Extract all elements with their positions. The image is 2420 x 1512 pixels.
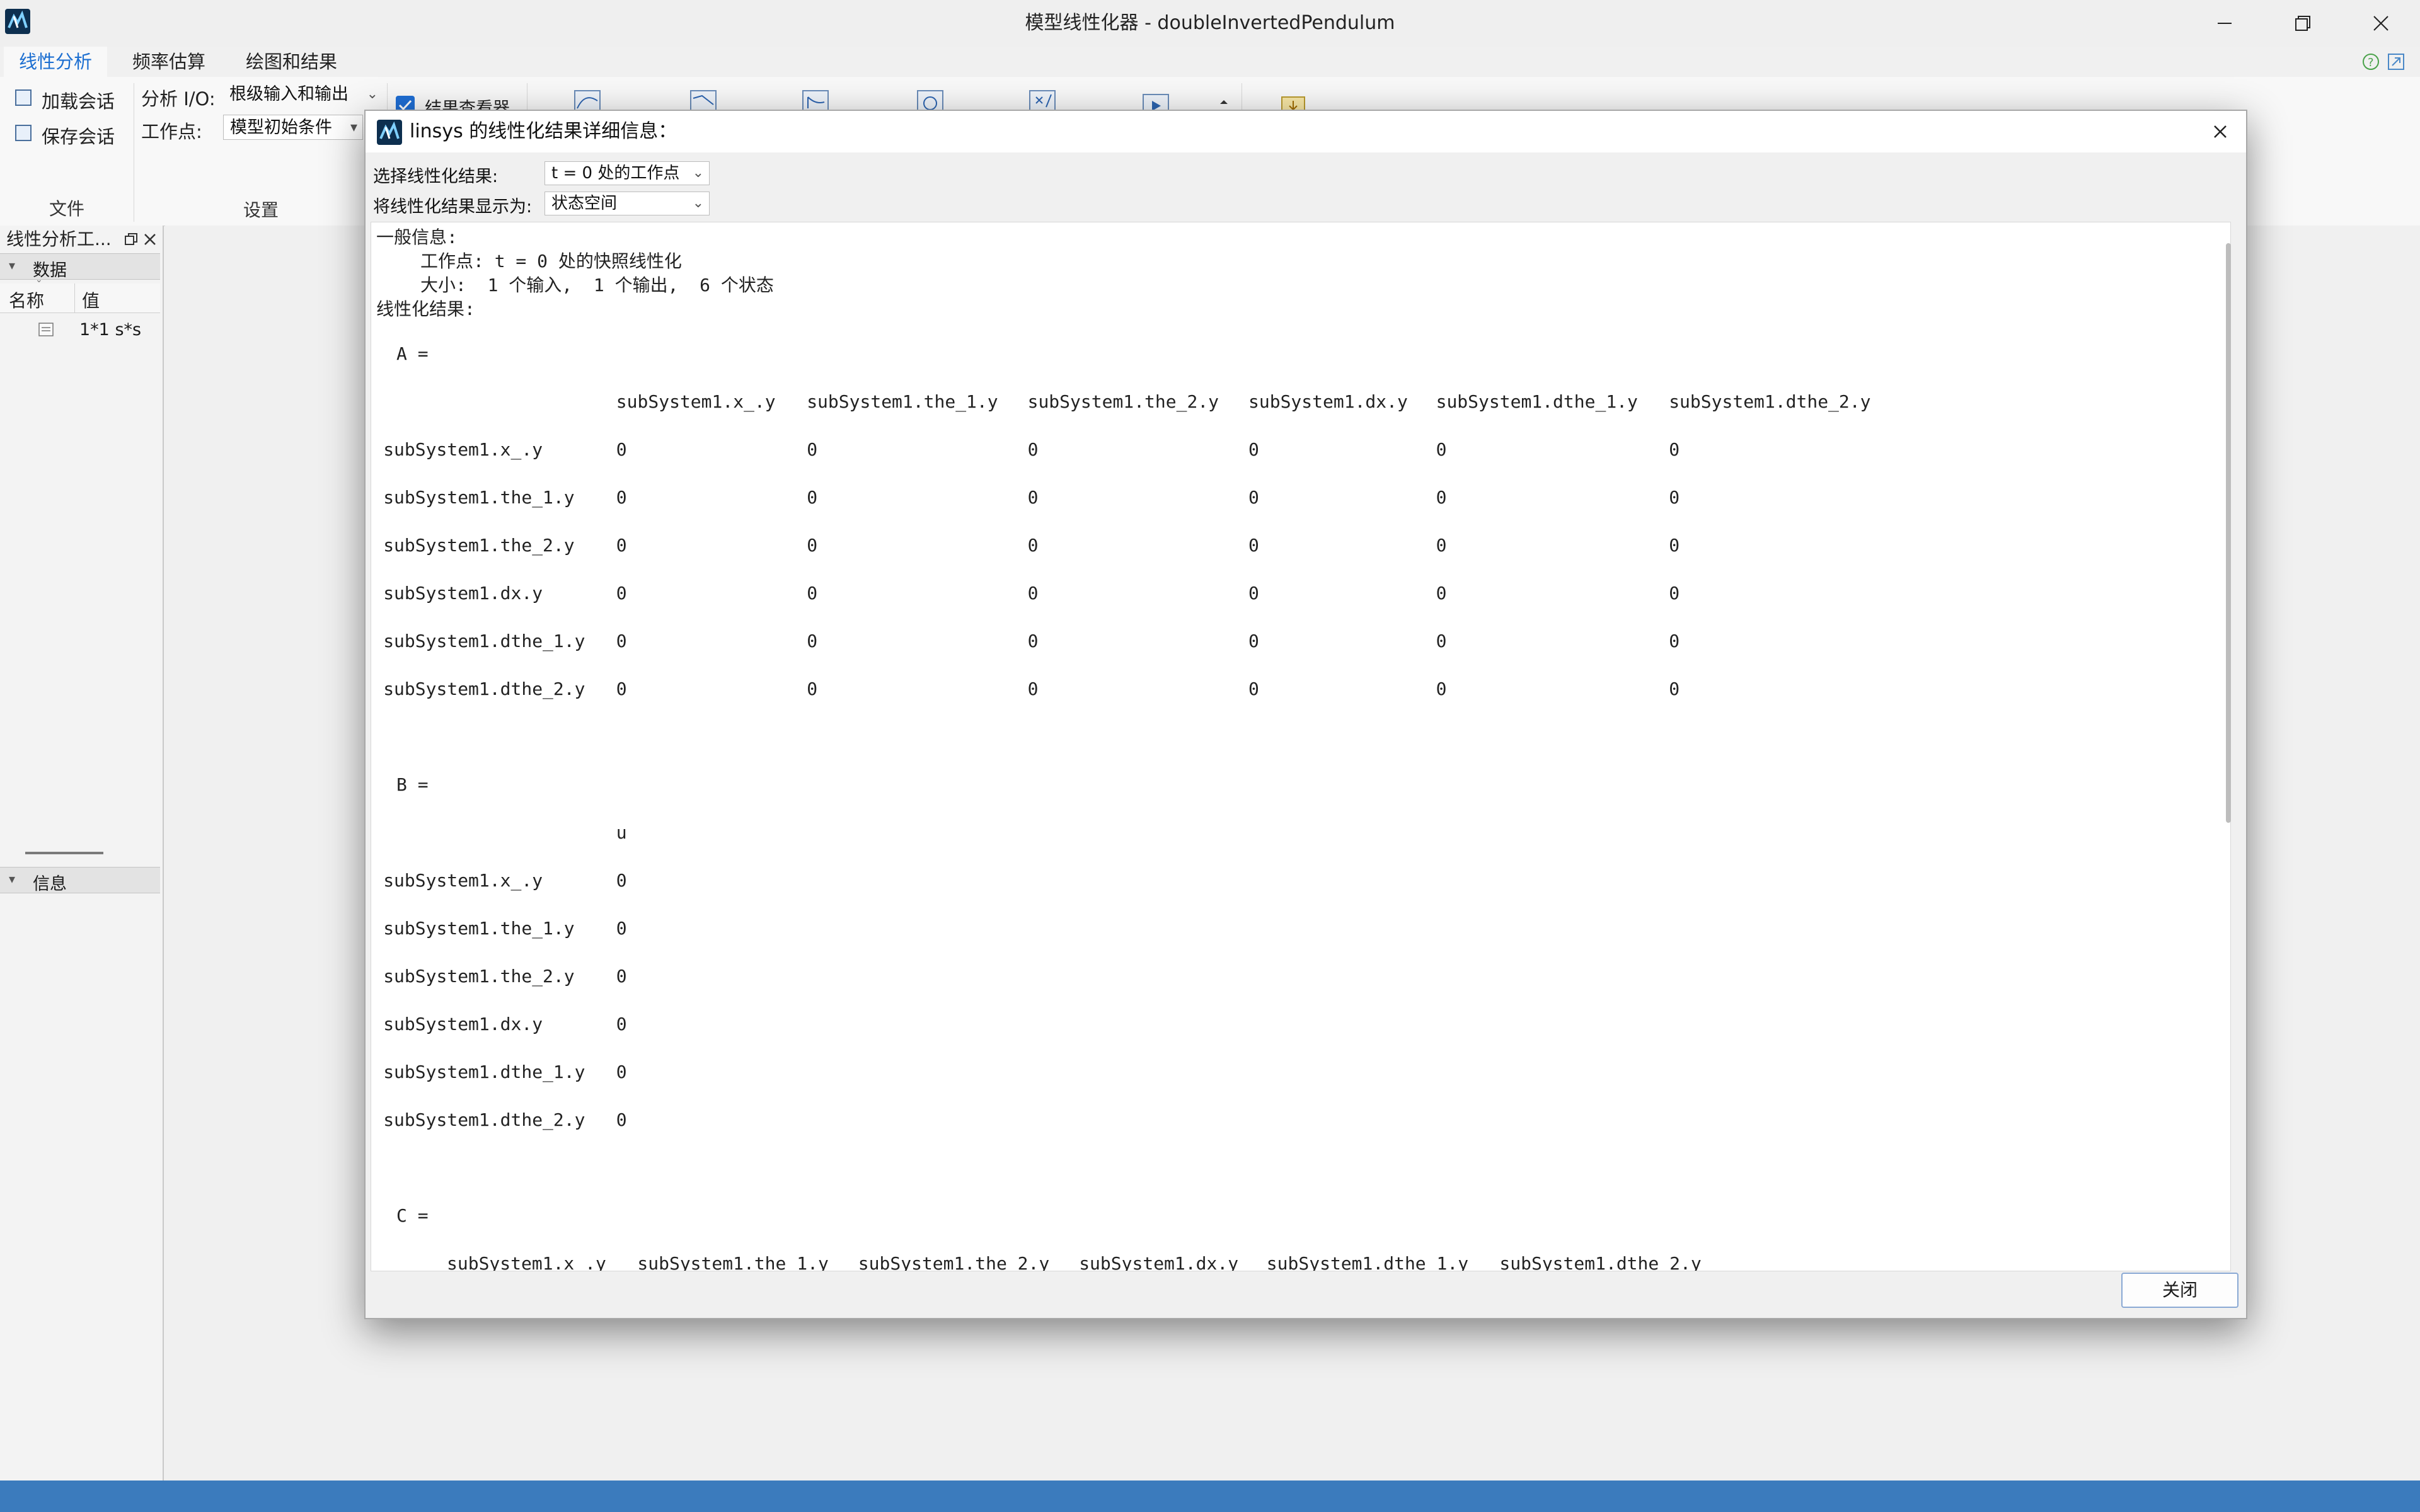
analysis-io-label: 分析 I/O:	[141, 88, 216, 110]
list-item-value: 1*1 s*s	[79, 320, 142, 340]
dialog-title: linsys 的线性化结果详细信息：	[410, 120, 677, 142]
op-point-label: 工作点:	[141, 121, 202, 142]
help-icon[interactable]: ?	[2363, 54, 2379, 70]
select-result-dropdown[interactable]: t = 0 处的工作点 ⌄	[544, 161, 710, 185]
data-section-header[interactable]: ▾ 数据	[0, 253, 160, 280]
matrix-column-header: subSystem1.the_2.y	[858, 1253, 1050, 1271]
matrix-column-header: subSystem1.x_.y	[447, 1253, 606, 1271]
display-as-dropdown[interactable]: 状态空间 ⌄	[544, 192, 710, 215]
minimize-button[interactable]	[2187, 0, 2262, 47]
chevron-down-icon: ⌄	[692, 195, 704, 211]
analysis-io-dropdown[interactable]: 根级输入和输出 ⌄	[223, 82, 383, 107]
info-section-header[interactable]: ▾ 信息	[0, 867, 160, 894]
column-header-name[interactable]: 名称	[9, 287, 44, 312]
scroll-up-icon[interactable]	[1219, 96, 1229, 104]
collapse-icon: ▾	[9, 258, 16, 273]
matlab-logo-icon	[377, 120, 402, 145]
analysis-io-value: 根级输入和输出	[229, 84, 349, 104]
linearization-details-dialog: linsys 的线性化结果详细信息： 选择线性化结果: t = 0 处的工作点 …	[364, 110, 2247, 1319]
ribbon-tabs: 线性分析 频率估算 绘图和结果 ?	[0, 47, 2420, 77]
chevron-down-icon: ⌄	[692, 165, 704, 181]
select-result-label: 选择线性化结果:	[373, 167, 498, 186]
select-result-value: t = 0 处的工作点	[551, 164, 680, 183]
expand-icon[interactable]	[2388, 54, 2404, 70]
window-title: 模型线性化器 - doubleInvertedPendulum	[1025, 12, 1395, 34]
save-session-label: 保存会话	[42, 126, 115, 147]
minimize-icon	[2218, 23, 2232, 24]
op-point-value: 模型初始条件	[230, 118, 332, 137]
op-point-dropdown[interactable]: 模型初始条件 ▾	[223, 115, 363, 140]
load-session-label: 加载会话	[42, 91, 115, 112]
tab-frequency-estimation[interactable]: 频率估算	[117, 47, 221, 77]
dialog-close-button[interactable]	[2207, 118, 2233, 145]
chevron-down-icon: ▾	[350, 120, 357, 135]
nyquist-plot-icon[interactable]	[916, 89, 944, 117]
dialog-title-bar: linsys 的线性化结果详细信息：	[366, 111, 2246, 152]
close-button[interactable]: 关闭	[2121, 1273, 2238, 1308]
undock-icon[interactable]	[124, 232, 139, 247]
bode-plot-icon[interactable]	[689, 89, 717, 117]
close-panel-icon[interactable]	[142, 232, 158, 247]
save-session-button[interactable]: 保存会话	[13, 121, 132, 147]
tab-plots-and-results[interactable]: 绘图和结果	[231, 47, 352, 77]
step-plot-icon[interactable]	[573, 89, 601, 117]
file-group-label: 文件	[49, 198, 85, 219]
status-bar	[0, 1480, 2420, 1512]
column-divider	[74, 284, 75, 312]
table-header: 名称 值	[0, 284, 160, 313]
model-icon	[38, 321, 54, 338]
close-icon	[2214, 125, 2227, 138]
data-browser-panel: 线性分析工... ▾ 数据 ⌄ 名称 值 1*1 s*s ▾ 信息	[0, 226, 164, 1480]
matrix-column-header: subSystem1.dthe_2.y	[1499, 1253, 1702, 1271]
title-bar: 模型线性化器 - doubleInvertedPendulum	[0, 0, 2420, 47]
chevron-down-icon: ⌄	[366, 86, 378, 102]
result-viewer-label: 结果查看器	[425, 99, 510, 110]
load-session-button[interactable]: 加载会话	[13, 86, 132, 112]
collapse-icon: ▾	[9, 871, 16, 886]
display-as-value: 状态空间	[551, 194, 618, 213]
matrix-column-header: subSystem1.the_1.y	[637, 1253, 829, 1271]
restore-icon	[2295, 16, 2310, 31]
vertical-scrollbar[interactable]	[2226, 243, 2231, 823]
close-icon	[2373, 16, 2388, 31]
splitter-handle[interactable]	[25, 852, 103, 854]
restore-button[interactable]	[2265, 0, 2341, 47]
save-session-icon	[15, 125, 32, 141]
help-icons: ?	[2348, 49, 2411, 74]
display-as-label: 将线性化结果显示为:	[373, 197, 533, 217]
close-window-button[interactable]	[2343, 0, 2419, 47]
panel-title: 线性分析工...	[6, 229, 112, 249]
results-text-area[interactable]: 一般信息: 工作点: t = 0 处的快照线性化 大小: 1 个输入, 1 个输…	[371, 222, 2231, 1271]
matrix-column-header: subSystem1.dthe_1.y	[1266, 1253, 1469, 1271]
info-section-label: 信息	[33, 874, 67, 894]
settings-group-label: 设置	[243, 200, 279, 220]
pole-zero-plot-icon[interactable]	[1028, 89, 1056, 117]
load-session-icon	[15, 89, 32, 106]
matrix-column-header: subSystem1.dx.y	[1079, 1253, 1239, 1271]
svg-text:?: ?	[2368, 56, 2374, 69]
column-header-value[interactable]: 值	[82, 287, 100, 312]
list-item[interactable]: 1*1 s*s	[0, 316, 160, 344]
impulse-plot-icon[interactable]	[802, 89, 829, 117]
matrix-c-table: subSystem1.x_.y subSystem1.the_1.y subSyst…	[371, 222, 2230, 1271]
tab-linear-analysis[interactable]: 线性分析	[4, 47, 108, 77]
